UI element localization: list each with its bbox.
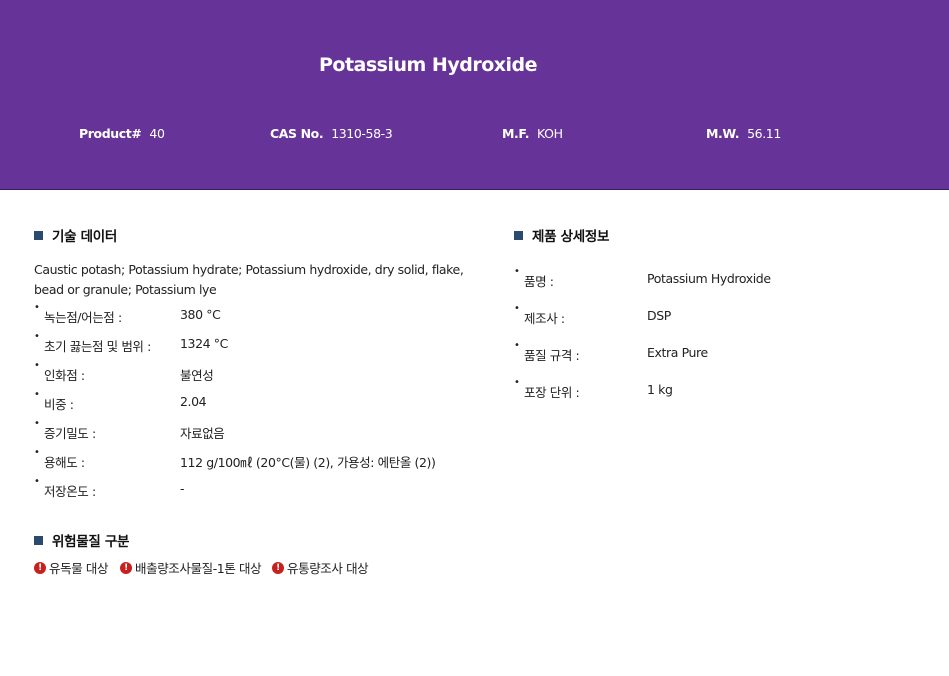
- detail-item-label: 제조사 :: [524, 311, 565, 326]
- cas-number: CAS No. 1310-58-3: [270, 126, 393, 141]
- detail-item-label: 포장 단위 :: [524, 385, 580, 400]
- hazard-heading: 위험물질 구분: [34, 530, 129, 550]
- hazard-badge-label: 배출량조사물질-1톤 대상: [135, 561, 262, 576]
- tech-item-label: 초기 끓는점 및 범위 :: [44, 339, 151, 354]
- product-details-heading: 제품 상세정보: [514, 225, 609, 245]
- tech-item-label: 용해도 :: [44, 455, 85, 470]
- hazard-badge: ! 유통량조사 대상: [272, 558, 369, 577]
- molecular-weight-value: 56.11: [747, 126, 781, 141]
- tech-item-value: 112 g/100㎖ (20°C(물) (2), 가용성: 에탄올 (2)): [180, 455, 436, 470]
- molecular-formula-value: KOH: [537, 126, 563, 141]
- bullet-icon: •: [34, 476, 40, 487]
- bullet-icon: •: [34, 418, 40, 429]
- tech-item-value: 1324 °C: [180, 336, 228, 351]
- bullet-icon: •: [514, 377, 520, 388]
- molecular-formula-label: M.F.: [502, 126, 530, 141]
- bullet-icon: •: [34, 447, 40, 458]
- bullet-icon: •: [34, 331, 40, 342]
- bullet-icon: •: [514, 340, 520, 351]
- product-number-value: 40: [149, 126, 165, 141]
- tech-item-value: -: [180, 481, 185, 496]
- tech-item-label: 저장온도 :: [44, 484, 96, 499]
- technical-description: Caustic potash; Potassium hydrate; Potas…: [34, 262, 464, 297]
- detail-item-value: Extra Pure: [647, 345, 708, 360]
- bullet-icon: •: [34, 302, 40, 313]
- product-details-heading-text: 제품 상세정보: [532, 229, 610, 245]
- detail-item-value: DSP: [647, 308, 671, 323]
- tech-item-value: 380 °C: [180, 307, 221, 322]
- product-number-label: Product#: [79, 126, 142, 141]
- cas-number-label: CAS No.: [270, 126, 324, 141]
- tech-item-label: 녹는점/어는점 :: [44, 310, 122, 325]
- detail-item-label: 품명 :: [524, 274, 554, 289]
- section-square-icon: [514, 230, 523, 240]
- hazard-badge-label: 유통량조사 대상: [287, 561, 369, 576]
- molecular-formula: M.F. KOH: [502, 126, 563, 141]
- hazard-badge: ! 유독물 대상: [34, 558, 108, 577]
- detail-item-value: Potassium Hydroxide: [647, 271, 771, 286]
- technical-data-heading-text: 기술 데이터: [52, 229, 117, 245]
- hazard-badge-label: 유독물 대상: [49, 561, 109, 576]
- tech-item-value: 2.04: [180, 394, 207, 409]
- tech-item-value: 불연성: [180, 368, 214, 383]
- bullet-icon: •: [514, 303, 520, 314]
- molecular-weight: M.W. 56.11: [706, 126, 781, 141]
- bullet-icon: •: [34, 389, 40, 400]
- cas-number-value: 1310-58-3: [331, 126, 393, 141]
- tech-item-label: 비중 :: [44, 397, 74, 412]
- molecular-weight-label: M.W.: [706, 126, 740, 141]
- hazard-badge: ! 배출량조사물질-1톤 대상: [120, 558, 262, 577]
- product-header: Potassium Hydroxide Product# 40 CAS No. 13…: [0, 0, 949, 190]
- bullet-icon: •: [34, 360, 40, 371]
- product-number: Product# 40: [79, 126, 165, 141]
- tech-item-label: 증기밀도 :: [44, 426, 96, 441]
- technical-data-heading: 기술 데이터: [34, 225, 117, 245]
- exclamation-circle-icon: !: [34, 561, 46, 574]
- exclamation-circle-icon: !: [120, 561, 132, 574]
- tech-item-value: 자료없음: [180, 426, 225, 441]
- detail-item-value: 1 kg: [647, 382, 673, 397]
- section-square-icon: [34, 230, 43, 240]
- tech-item-label: 인화점 :: [44, 368, 85, 383]
- bullet-icon: •: [514, 266, 520, 277]
- page-title: Potassium Hydroxide: [318, 54, 538, 76]
- detail-item-label: 품질 규격 :: [524, 348, 580, 363]
- hazard-heading-text: 위험물질 구분: [52, 534, 130, 550]
- exclamation-circle-icon: !: [272, 561, 284, 574]
- section-square-icon: [34, 535, 43, 545]
